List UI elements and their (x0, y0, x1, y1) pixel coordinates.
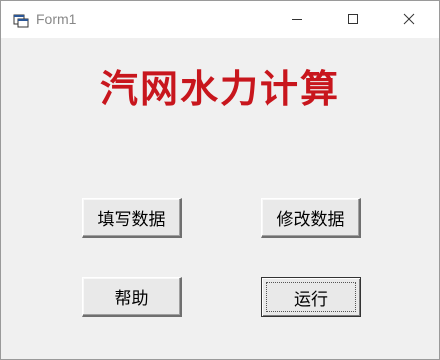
form-window: Form1 汽网水力计算 填写数据 修改数据 帮助 运行 (0, 0, 440, 360)
fill-data-button[interactable]: 填写数据 (82, 198, 182, 238)
fill-data-label: 填写数据 (97, 210, 166, 230)
close-button[interactable] (386, 1, 432, 38)
title-bar[interactable]: Form1 (1, 1, 439, 38)
help-label: 帮助 (114, 289, 149, 309)
form-heading: 汽网水力计算 (99, 66, 340, 111)
run-button[interactable]: 运行 (261, 277, 361, 317)
help-button[interactable]: 帮助 (82, 277, 182, 317)
modify-data-label: 修改数据 (276, 210, 345, 230)
form-client-area: 汽网水力计算 填写数据 修改数据 帮助 运行 (1, 38, 439, 359)
run-label: 运行 (294, 289, 328, 310)
modify-data-button[interactable]: 修改数据 (261, 198, 361, 238)
maximize-icon (347, 10, 359, 29)
minimize-icon (291, 10, 303, 29)
form-app-icon (13, 12, 29, 28)
maximize-button[interactable] (330, 1, 376, 38)
close-icon (403, 10, 415, 29)
minimize-button[interactable] (274, 1, 320, 38)
window-title: Form1 (36, 11, 77, 27)
